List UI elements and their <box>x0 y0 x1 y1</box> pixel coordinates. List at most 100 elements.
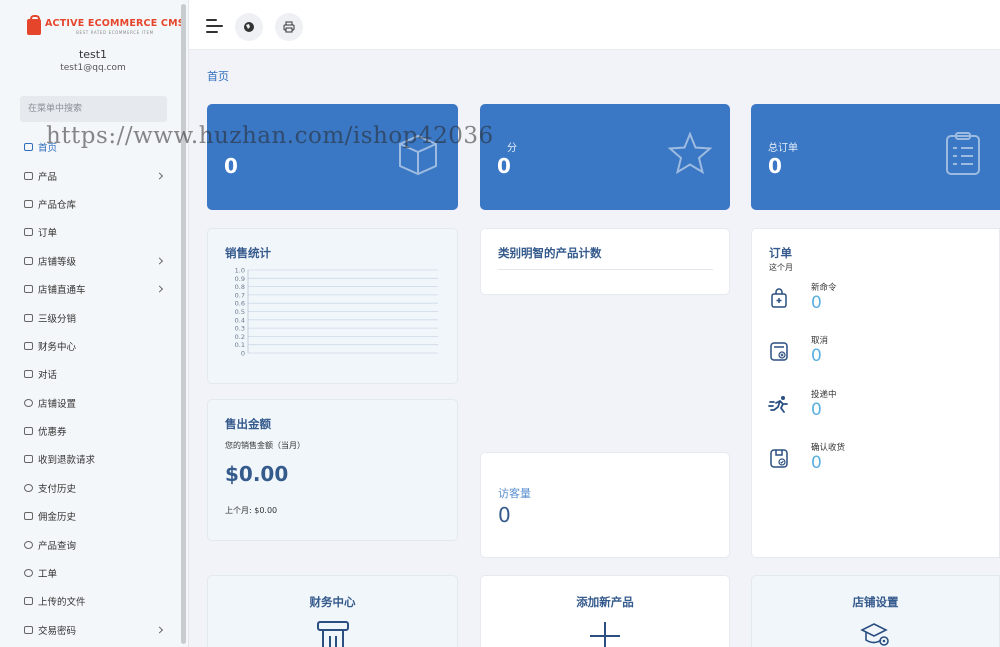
card-title: 销售统计 <box>225 246 271 260</box>
card-title: 订单 <box>769 246 792 260</box>
sidebar-item[interactable]: 首页 <box>0 133 186 161</box>
cancel-icon <box>770 342 788 361</box>
sidebar-item-label: 财务中心 <box>38 341 77 353</box>
sidebar-menu: 首页产品产品仓库订单店铺等级店铺直通车三级分销财务中心对话店铺设置优惠券收到退款… <box>0 133 186 644</box>
divider <box>498 269 713 270</box>
y-tick-label: 0.8 <box>235 283 245 291</box>
sidebar-item[interactable]: 产品 <box>0 161 186 189</box>
stat-card-total-orders[interactable]: 总订单 0 <box>751 104 1000 210</box>
chevron-right-icon[interactable] <box>155 172 164 180</box>
quick-link-shop-settings[interactable]: 店铺设置 <box>751 575 1000 647</box>
breadcrumb[interactable]: 首页 <box>207 68 229 84</box>
printer-icon <box>283 21 295 33</box>
sidebar-item[interactable]: 收到退款请求 <box>0 445 186 473</box>
stat-card-rating[interactable]: 分 0 <box>480 104 730 210</box>
order-row-cancelled[interactable]: 取消 0 <box>766 334 966 374</box>
sidebar-item[interactable]: 产品仓库 <box>0 190 186 218</box>
sidebar-item[interactable]: 店铺设置 <box>0 389 186 417</box>
money-icon <box>24 228 33 237</box>
sidebar-item-label: 支付历史 <box>38 483 77 495</box>
sales-amount-card: 售出金额 您的销售金额（当月） $0.00 上个月: $0.00 <box>207 399 458 541</box>
orders-card: 订单 这个月 新命令 0 取消 0 投递中 0 确认收货 0 <box>751 228 1000 558</box>
sidebar-item-label: 上传的文件 <box>38 597 86 609</box>
sidebar-item[interactable]: 店铺直通车 <box>0 275 186 303</box>
sidebar-item[interactable]: 交易密码 <box>0 616 186 644</box>
chevron-right-icon[interactable] <box>155 626 164 634</box>
order-row-delivered[interactable]: 确认收货 0 <box>766 441 966 481</box>
chevron-right-icon[interactable] <box>155 285 164 293</box>
sidebar-item[interactable]: 工单 <box>0 559 186 587</box>
sidebar-item[interactable]: 佣金历史 <box>0 502 186 530</box>
hamburger-icon[interactable] <box>206 19 224 33</box>
shopping-bag-icon <box>27 15 41 35</box>
sidebar-item-label: 店铺设置 <box>38 398 77 410</box>
stat-value: 0 <box>497 154 511 178</box>
ticket-icon <box>24 427 33 436</box>
sales-previous-month: 上个月: $0.00 <box>225 506 278 515</box>
gear-icon <box>24 398 33 407</box>
chat-icon <box>24 370 33 379</box>
order-row-shipping[interactable]: 投递中 0 <box>766 388 966 428</box>
order-row-new[interactable]: 新命令 0 <box>766 281 966 321</box>
stat-card-products[interactable]: 0 <box>207 104 458 210</box>
sidebar-item-label: 首页 <box>38 143 58 155</box>
sidebar-item[interactable]: 优惠券 <box>0 417 186 445</box>
globe-button[interactable] <box>235 13 263 41</box>
key-icon <box>24 625 33 634</box>
sales-statistics-card: 销售统计 1.0 0.9 0.8 0.7 0.6 0.5 0.4 0.3 0.2 0.1 0 <box>207 228 458 384</box>
globe-icon <box>244 22 254 32</box>
visits-label: 访客量 <box>498 487 531 500</box>
sidebar-item-label: 佣金历史 <box>38 512 77 524</box>
file-icon <box>24 512 33 521</box>
sidebar-item[interactable]: 三级分销 <box>0 303 186 331</box>
top-bar <box>189 0 1000 50</box>
sidebar-item-label: 产品仓库 <box>38 199 77 211</box>
box-icon <box>399 134 437 176</box>
sidebar-item-label: 店铺等级 <box>38 256 77 268</box>
sidebar-item[interactable]: 支付历史 <box>0 474 186 502</box>
menu-search-input[interactable] <box>20 96 167 122</box>
sidebar-item-label: 产品 <box>38 171 58 183</box>
cart-icon <box>24 171 33 180</box>
y-tick-label: 1.0 <box>235 267 245 275</box>
print-button[interactable] <box>275 13 303 41</box>
quick-link-finance[interactable]: 财务中心 <box>207 575 458 647</box>
category-products-card: 类别明智的产品计数 <box>480 228 730 295</box>
sidebar-item[interactable]: 店铺等级 <box>0 247 186 275</box>
sidebar-item-label: 收到退款请求 <box>38 455 96 467</box>
stat-label: 分 <box>507 143 517 154</box>
visits-value: 0 <box>498 503 511 527</box>
sidebar-item-label: 三级分销 <box>38 313 77 325</box>
logo-tagline: BEST RATED ECOMMERCE ITEM <box>76 29 154 35</box>
finance-icon <box>316 621 349 647</box>
user-icon <box>24 313 33 322</box>
box-icon <box>24 199 33 208</box>
sidebar-item[interactable]: 财务中心 <box>0 332 186 360</box>
shop-settings-icon <box>859 623 889 646</box>
sidebar-item[interactable]: 上传的文件 <box>0 587 186 615</box>
stat-value: 0 <box>768 154 782 178</box>
sidebar-item[interactable]: 订单 <box>0 218 186 246</box>
money-icon <box>24 341 33 350</box>
order-label: 取消 <box>811 336 829 346</box>
order-value: 0 <box>811 293 822 313</box>
logo-title: ACTIVE ECOMMERCE CMS <box>45 18 185 30</box>
orders-period: 这个月 <box>769 263 793 272</box>
y-tick-label: 0 <box>241 350 245 358</box>
sidebar-item-label: 工单 <box>38 569 58 581</box>
sales-amount-value: $0.00 <box>225 462 289 486</box>
user-name: test1 <box>78 48 108 61</box>
gear-icon <box>24 569 33 578</box>
delivered-icon <box>770 449 788 468</box>
clock-icon <box>24 540 33 549</box>
quick-link-add-product[interactable]: 添加新产品 <box>480 575 730 647</box>
y-tick-label: 0.2 <box>235 333 245 341</box>
sidebar-item[interactable]: 产品查询 <box>0 530 186 558</box>
sidebar-item[interactable]: 对话 <box>0 360 186 388</box>
y-tick-label: 0.9 <box>235 275 245 283</box>
order-value: 0 <box>811 346 822 366</box>
star-icon <box>667 131 713 175</box>
sidebar-scrollbar[interactable] <box>181 4 186 644</box>
chevron-right-icon[interactable] <box>155 257 164 265</box>
brand-logo[interactable]: ACTIVE ECOMMERCE CMS BEST RATED ECOMMERC… <box>27 15 185 37</box>
